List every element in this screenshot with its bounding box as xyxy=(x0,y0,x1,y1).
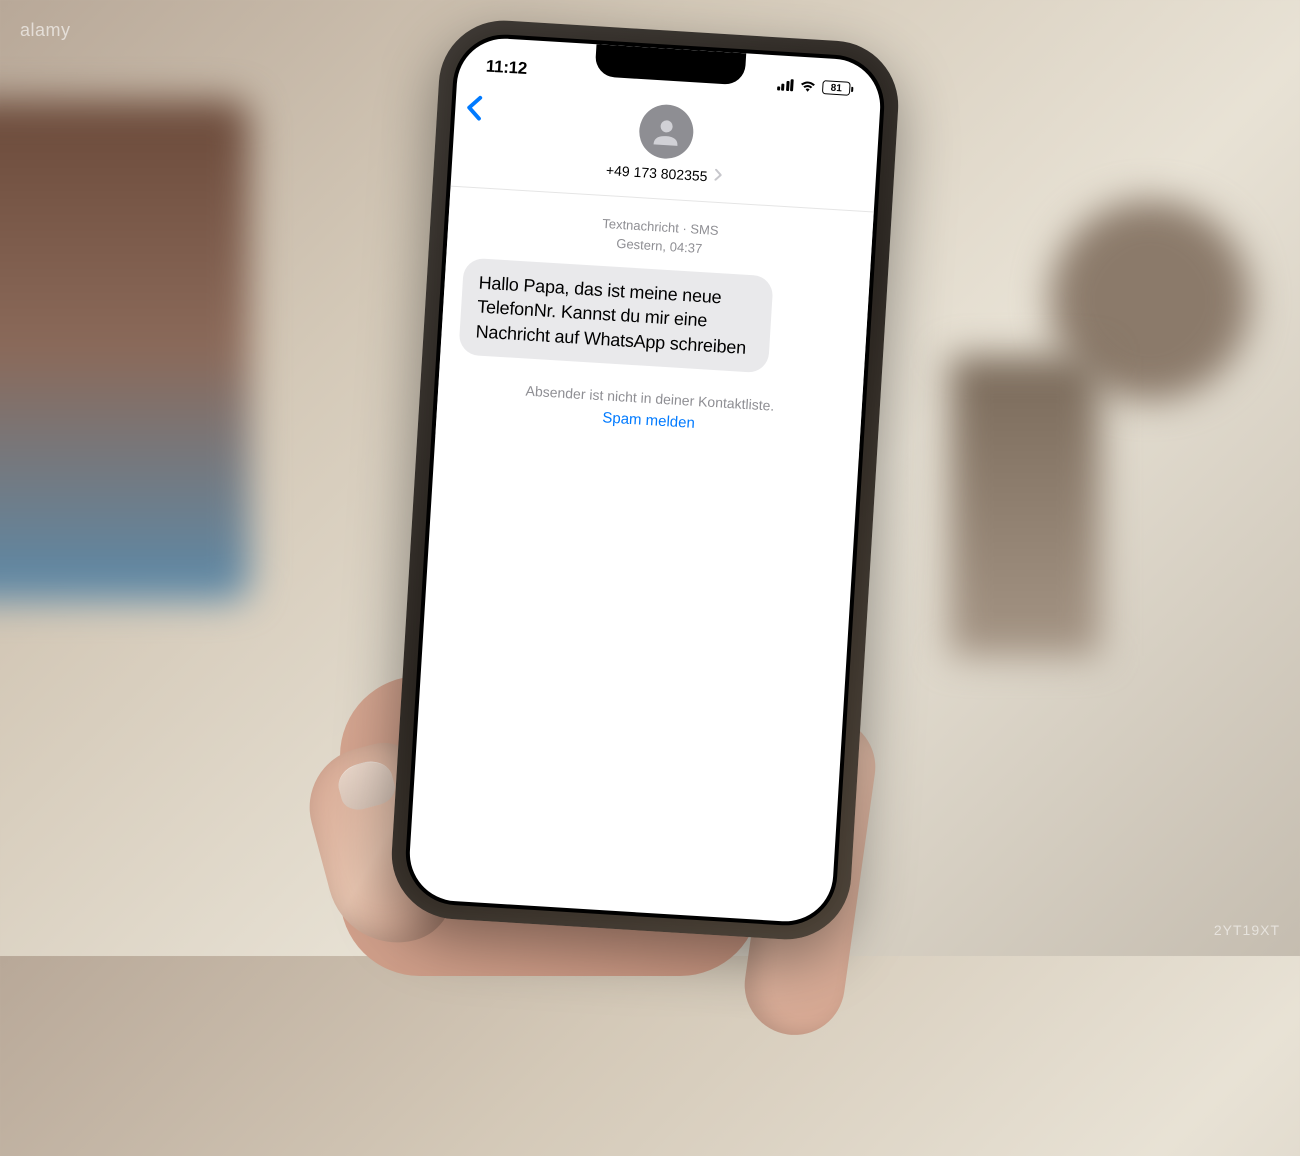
contact-avatar-icon xyxy=(638,103,695,160)
received-message-bubble[interactable]: Hallo Papa, das ist meine neue TelefonNr… xyxy=(458,258,774,374)
background-blur xyxy=(950,356,1100,656)
chevron-right-icon xyxy=(713,168,722,186)
watermark-brand: alamy xyxy=(20,20,71,41)
smartphone: 11:12 xyxy=(388,17,902,943)
contact-phone-number: +49 173 802355 xyxy=(606,162,708,184)
status-time: 11:12 xyxy=(485,57,527,79)
cellular-signal-icon xyxy=(777,78,794,91)
watermark-code: 2YT19XT xyxy=(1214,922,1280,938)
background-blur xyxy=(0,100,250,600)
back-button[interactable] xyxy=(464,94,484,126)
messages-thread[interactable]: Textnachricht · SMS Gestern, 04:37 Hallo… xyxy=(435,187,873,462)
phone-frame: 11:12 xyxy=(403,32,887,929)
battery-level: 81 xyxy=(830,82,842,94)
battery-indicator: 81 xyxy=(822,80,854,96)
wifi-icon xyxy=(799,79,817,93)
phone-screen: 11:12 xyxy=(407,36,883,924)
status-icons: 81 xyxy=(776,77,853,96)
phone-case: 11:12 xyxy=(388,17,902,943)
message-text: Hallo Papa, das ist meine neue TelefonNr… xyxy=(475,271,757,361)
